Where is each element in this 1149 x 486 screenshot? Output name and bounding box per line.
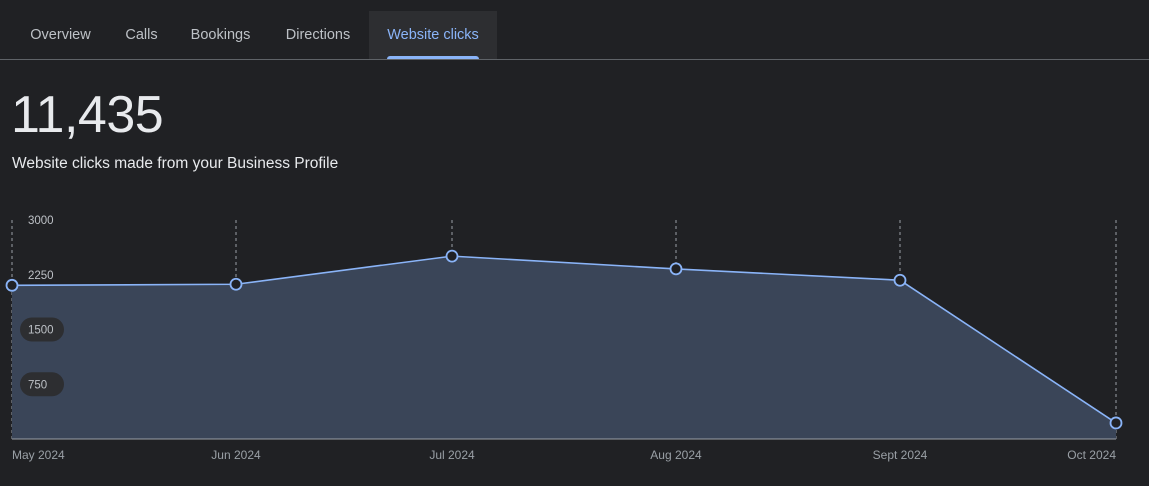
y-tick: 750 [20,372,64,397]
metric-total: 11,435 [11,86,164,144]
x-tick-label: May 2024 [12,448,65,462]
y-tick: 1500 [20,317,64,342]
y-tick-label: 1500 [28,325,54,337]
x-tick-label: Aug 2024 [650,448,702,462]
data-point[interactable] [229,277,243,291]
tab-overview[interactable]: Overview [12,11,109,59]
metric-description: Website clicks made from your Business P… [12,155,339,172]
y-tick-label: 2250 [28,270,54,282]
x-tick-label: Jul 2024 [429,448,475,462]
tab-label: Bookings [190,27,251,43]
tab-website-clicks[interactable]: Website clicks [369,11,497,59]
y-tick: 2250 [28,270,54,282]
y-tick: 3000 [28,215,54,227]
data-point[interactable] [5,278,19,292]
website-clicks-chart: 3000 2250 1500 750 May 2024 Jun 2024 Jul 2024… [5,215,1123,462]
tab-bar: Overview Calls Bookings Directions Websi… [0,0,1149,60]
y-tick-label: 3000 [28,215,54,227]
tab-bookings[interactable]: Bookings [174,11,267,59]
x-tick-label: Oct 2024 [1067,448,1116,462]
data-point[interactable] [669,262,683,276]
area-fill [12,256,1116,439]
data-point[interactable] [445,249,459,263]
tab-calls[interactable]: Calls [109,11,174,59]
data-point[interactable] [1109,416,1123,430]
tab-label: Website clicks [387,27,479,43]
active-tab-indicator [387,56,479,59]
x-tick-label: Jun 2024 [211,448,261,462]
y-tick-label: 750 [28,379,47,391]
x-tick-label: Sept 2024 [873,448,928,462]
tab-label: Directions [285,27,351,43]
data-point[interactable] [893,273,907,287]
tab-label: Calls [125,27,158,43]
tab-directions[interactable]: Directions [267,11,369,59]
tab-label: Overview [30,27,91,43]
